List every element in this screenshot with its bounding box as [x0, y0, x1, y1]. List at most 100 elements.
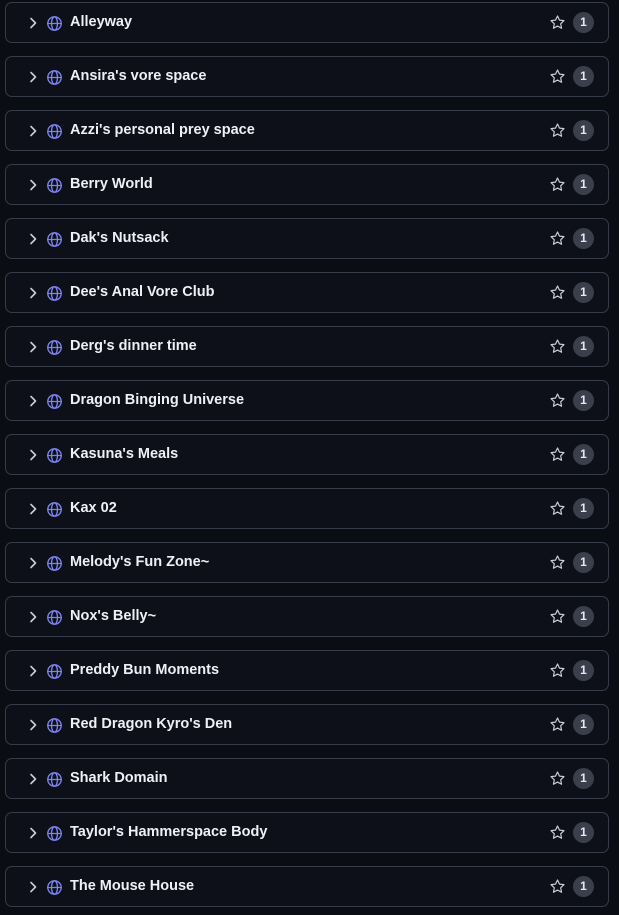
globe-icon: [46, 825, 63, 842]
list-item[interactable]: Red Dragon Kyro's Den 1: [5, 704, 609, 745]
list-item-label: Taylor's Hammerspace Body: [70, 824, 268, 840]
chevron-right-icon[interactable]: [25, 717, 41, 733]
count-badge: 1: [573, 390, 594, 411]
count-badge: 1: [573, 552, 594, 573]
count-badge: 1: [573, 768, 594, 789]
chevron-right-icon[interactable]: [25, 555, 41, 571]
globe-icon: [46, 339, 63, 356]
list-item[interactable]: Nox's Belly~ 1: [5, 596, 609, 637]
list-item[interactable]: Preddy Bun Moments 1: [5, 650, 609, 691]
count-badge: 1: [573, 660, 594, 681]
list-item[interactable]: The Mouse House 1: [5, 866, 609, 907]
chevron-right-icon[interactable]: [25, 393, 41, 409]
list-item-label: Berry World: [70, 176, 153, 192]
globe-icon: [46, 879, 63, 896]
list-item[interactable]: Melody's Fun Zone~ 1: [5, 542, 609, 583]
globe-icon: [46, 771, 63, 788]
globe-icon: [46, 663, 63, 680]
star-icon[interactable]: [549, 122, 566, 139]
star-icon[interactable]: [549, 446, 566, 463]
count-badge: 1: [573, 876, 594, 897]
globe-icon: [46, 15, 63, 32]
list-item-label: Preddy Bun Moments: [70, 662, 220, 678]
count-badge: 1: [573, 174, 594, 195]
star-icon[interactable]: [549, 176, 566, 193]
list-item[interactable]: Shark Domain 1: [5, 758, 609, 799]
chevron-right-icon[interactable]: [25, 285, 41, 301]
globe-icon: [46, 285, 63, 302]
star-icon[interactable]: [549, 230, 566, 247]
count-badge: 1: [573, 444, 594, 465]
list-item[interactable]: Alleyway 1: [5, 2, 609, 43]
chevron-right-icon[interactable]: [25, 771, 41, 787]
star-icon[interactable]: [549, 14, 566, 31]
chevron-right-icon[interactable]: [25, 15, 41, 31]
count-badge: 1: [573, 12, 594, 33]
star-icon[interactable]: [549, 770, 566, 787]
list-item-label: Nox's Belly~: [70, 608, 157, 624]
list-item[interactable]: Dee's Anal Vore Club 1: [5, 272, 609, 313]
list-item-label: Dee's Anal Vore Club: [70, 284, 215, 300]
chevron-right-icon[interactable]: [25, 177, 41, 193]
list-item-label: Derg's dinner time: [70, 338, 197, 354]
star-icon[interactable]: [549, 662, 566, 679]
globe-icon: [46, 555, 63, 572]
count-badge: 1: [573, 606, 594, 627]
globe-icon: [46, 501, 63, 518]
chevron-right-icon[interactable]: [25, 825, 41, 841]
list-item-label: Kax 02: [70, 500, 117, 516]
globe-icon: [46, 393, 63, 410]
chevron-right-icon[interactable]: [25, 663, 41, 679]
list-item[interactable]: Berry World 1: [5, 164, 609, 205]
count-badge: 1: [573, 822, 594, 843]
count-badge: 1: [573, 714, 594, 735]
globe-icon: [46, 447, 63, 464]
chevron-right-icon[interactable]: [25, 123, 41, 139]
chevron-right-icon[interactable]: [25, 231, 41, 247]
globe-icon: [46, 123, 63, 140]
chevron-right-icon[interactable]: [25, 447, 41, 463]
list-item-label: Alleyway: [70, 14, 133, 30]
list-item-label: Ansira's vore space: [70, 68, 207, 84]
star-icon[interactable]: [549, 824, 566, 841]
star-icon[interactable]: [549, 500, 566, 517]
chevron-right-icon[interactable]: [25, 69, 41, 85]
star-icon[interactable]: [549, 284, 566, 301]
list-item-label: The Mouse House: [70, 878, 195, 894]
list-item-label: Azzi's personal prey space: [70, 122, 255, 138]
star-icon[interactable]: [549, 554, 566, 571]
list-item-label: Kasuna's Meals: [70, 446, 179, 462]
list-item[interactable]: Taylor's Hammerspace Body 1: [5, 812, 609, 853]
list-item[interactable]: Kasuna's Meals 1: [5, 434, 609, 475]
list-item[interactable]: Derg's dinner time 1: [5, 326, 609, 367]
globe-icon: [46, 717, 63, 734]
list-item-label: Red Dragon Kyro's Den: [70, 716, 233, 732]
count-badge: 1: [573, 120, 594, 141]
list-item[interactable]: Azzi's personal prey space 1: [5, 110, 609, 151]
globe-icon: [46, 231, 63, 248]
list-item[interactable]: Ansira's vore space 1: [5, 56, 609, 97]
star-icon[interactable]: [549, 878, 566, 895]
list-item-label: Shark Domain: [70, 770, 168, 786]
chevron-right-icon[interactable]: [25, 501, 41, 517]
star-icon[interactable]: [549, 392, 566, 409]
star-icon[interactable]: [549, 338, 566, 355]
count-badge: 1: [573, 228, 594, 249]
count-badge: 1: [573, 66, 594, 87]
chevron-right-icon[interactable]: [25, 339, 41, 355]
globe-icon: [46, 609, 63, 626]
chevron-right-icon[interactable]: [25, 879, 41, 895]
star-icon[interactable]: [549, 68, 566, 85]
server-list: Alleyway 1 Ansira's vore space 1 Azzi's pers…: [0, 0, 619, 915]
count-badge: 1: [573, 498, 594, 519]
list-item-label: Dak's Nutsack: [70, 230, 169, 246]
list-item-label: Melody's Fun Zone~: [70, 554, 210, 570]
star-icon[interactable]: [549, 716, 566, 733]
list-item[interactable]: Dak's Nutsack 1: [5, 218, 609, 259]
list-item[interactable]: Dragon Binging Universe 1: [5, 380, 609, 421]
count-badge: 1: [573, 336, 594, 357]
star-icon[interactable]: [549, 608, 566, 625]
chevron-right-icon[interactable]: [25, 609, 41, 625]
count-badge: 1: [573, 282, 594, 303]
list-item[interactable]: Kax 02 1: [5, 488, 609, 529]
